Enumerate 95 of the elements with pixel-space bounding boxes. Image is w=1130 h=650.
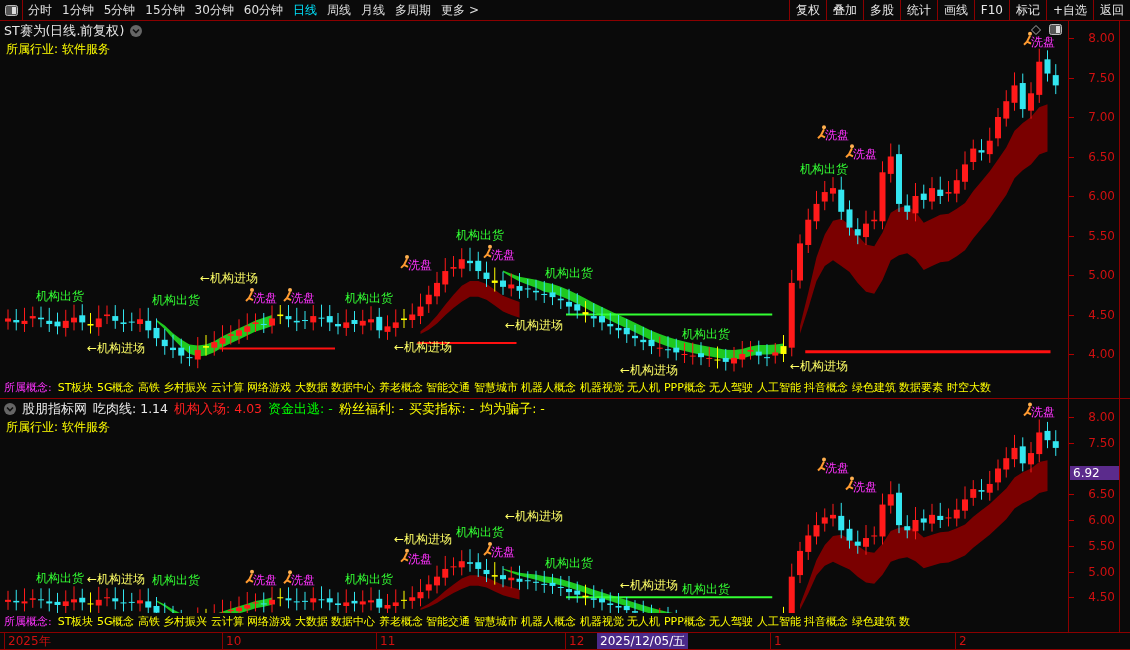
signal-label: 洗盘 <box>408 551 432 566</box>
indicator-reading: 均为骗子: - <box>480 400 545 418</box>
signal-label: 机构出货 <box>345 291 393 306</box>
signal-label: 洗盘 <box>825 128 849 143</box>
date-tick-label: 11 <box>376 633 399 649</box>
price-tick-label: 7.50 <box>1088 435 1115 450</box>
signal-label: ←机构进场 <box>620 363 679 378</box>
period-tab[interactable]: 月线 <box>356 0 391 20</box>
price-tick-label: 6.00 <box>1088 189 1115 203</box>
indicator-name: 股朋指标网 <box>22 400 87 418</box>
date-tick-label: 2 <box>955 633 970 649</box>
toolbar-button[interactable]: 标记 <box>1008 0 1046 20</box>
cursor-date-label: 2025/12/05/五 <box>597 633 689 649</box>
toolbar-button[interactable]: 统计 <box>899 0 937 20</box>
toolbar-button[interactable]: +自选 <box>1045 0 1093 20</box>
signal-label: ←机构进场 <box>505 508 564 523</box>
signal-label: 机构出货 <box>36 289 84 304</box>
signal-label: 机构出货 <box>152 573 200 588</box>
price-tick-label: 8.00 <box>1088 31 1115 45</box>
price-tick-label: 7.00 <box>1088 110 1115 124</box>
signal-label: 洗盘 <box>491 247 515 262</box>
price-tick-label: 6.50 <box>1088 487 1115 502</box>
signal-label: 机构出货 <box>345 572 393 587</box>
price-tag: 6.92 <box>1070 465 1119 480</box>
price-tick-label: 4.50 <box>1088 307 1115 322</box>
indicator-reading: 买卖指标: - <box>409 400 475 418</box>
signal-label: 洗盘 <box>1031 34 1055 49</box>
period-tab[interactable]: 周线 <box>322 0 357 20</box>
signal-label: ←机构进场 <box>394 339 453 354</box>
date-tick-label: 2025年 <box>4 633 54 649</box>
industry-label: 所属行业: 软件服务 <box>5 41 111 58</box>
period-tab[interactable]: 更多 > <box>436 0 484 20</box>
signal-label: ←机构进场 <box>505 317 564 332</box>
signal-label: ←机构进场 <box>87 341 146 356</box>
concept-label: 所属概念: <box>4 380 52 395</box>
signal-label: 机构出货 <box>456 524 504 539</box>
signal-label: 机构出货 <box>682 582 730 597</box>
concept-list: ST板块 5G概念 高铁 乡村振兴 云计算 网络游戏 大数据 数据中心 养老概念 智能交通 智慧城市 机器人概念 机器视觉 无人机 PPP概念 无人驾驶 人工智能 抖音概念 绿色建筑 数据要素 时空大数 <box>57 380 991 395</box>
signal-label: 洗盘 <box>253 291 277 305</box>
signal-label: 机构出货 <box>545 265 593 280</box>
chart-title: ST赛为(日线.前复权) <box>4 22 125 40</box>
signal-label: 洗盘 <box>825 460 849 475</box>
signal-label: 洗盘 <box>253 572 277 587</box>
price-tick-label: 5.00 <box>1088 268 1115 282</box>
toolbar-button[interactable]: F10 <box>973 0 1009 20</box>
signal-label: 洗盘 <box>1031 405 1055 420</box>
signal-label: 洗盘 <box>491 544 515 559</box>
toolbar-button[interactable]: 复权 <box>788 0 826 20</box>
toolbar-button[interactable]: 画线 <box>936 0 974 20</box>
toolbar-button[interactable]: 多股 <box>862 0 900 20</box>
signal-label: 洗盘 <box>853 479 877 494</box>
concept-label: 所属概念: <box>4 614 52 629</box>
indicator-reading: 资金出逃: - <box>268 400 333 418</box>
toolbar-button[interactable]: 返回 <box>1093 0 1130 20</box>
period-tab[interactable]: 60分钟 <box>238 0 289 20</box>
signal-label: ←机构进场 <box>620 578 679 592</box>
period-tab[interactable]: 15分钟 <box>140 0 190 20</box>
period-tab[interactable]: 30分钟 <box>189 0 239 20</box>
signal-label: 机构出货 <box>152 292 200 307</box>
period-tab[interactable]: 分时 <box>23 0 57 20</box>
date-tick-label: 1 <box>770 633 785 649</box>
signal-label: 洗盘 <box>408 257 432 272</box>
price-tick-label: 6.00 <box>1088 513 1115 527</box>
price-tick-label: 4.50 <box>1088 590 1115 605</box>
signal-label: ←机构进场 <box>200 271 259 285</box>
signal-label: 机构出货 <box>545 555 593 570</box>
date-tick-label: 10 <box>222 633 245 649</box>
toolbar-button[interactable]: 叠加 <box>825 0 863 20</box>
signal-label: 机构出货 <box>800 161 848 176</box>
date-tick-label: 12 <box>565 633 588 649</box>
price-tick-label: 5.50 <box>1088 538 1115 553</box>
signal-label: ←机构进场 <box>87 571 146 586</box>
price-tick-label: 7.50 <box>1088 70 1115 85</box>
period-tab[interactable]: 5分钟 <box>98 0 141 20</box>
signal-label: ←机构进场 <box>790 359 849 374</box>
price-tick-label: 5.00 <box>1088 564 1115 579</box>
signal-label: ←机构进场 <box>394 531 453 546</box>
price-tick-label: 6.50 <box>1088 149 1115 164</box>
price-tick-label: 5.50 <box>1088 228 1115 243</box>
period-tab[interactable]: 1分钟 <box>57 0 99 20</box>
signal-label: 机构出货 <box>36 571 84 586</box>
price-tick-label: 8.00 <box>1088 410 1115 424</box>
signal-label: 机构出货 <box>456 227 504 242</box>
indicator-reading: 机构入场: 4.03 <box>174 400 263 418</box>
signal-label: 机构出货 <box>682 327 730 342</box>
price-tick-label: 4.00 <box>1088 347 1115 361</box>
industry-label: 所属行业: 软件服务 <box>5 419 111 436</box>
concept-list: ST板块 5G概念 高铁 乡村振兴 云计算 网络游戏 大数据 数据中心 养老概念 智能交通 智慧城市 机器人概念 机器视觉 无人机 PPP概念 无人驾驶 人工智能 抖音概念 绿色建筑 数 <box>57 614 911 629</box>
signal-label: 洗盘 <box>291 291 315 305</box>
period-tab[interactable]: 多周期 <box>390 0 437 20</box>
signal-label: 洗盘 <box>291 573 315 588</box>
signal-label: 洗盘 <box>853 147 877 162</box>
indicator-reading: 粉丝福利: - <box>338 400 404 418</box>
indicator-reading: 吃肉线: 1.14 <box>93 400 169 418</box>
period-tab[interactable]: 日线 <box>288 0 323 20</box>
